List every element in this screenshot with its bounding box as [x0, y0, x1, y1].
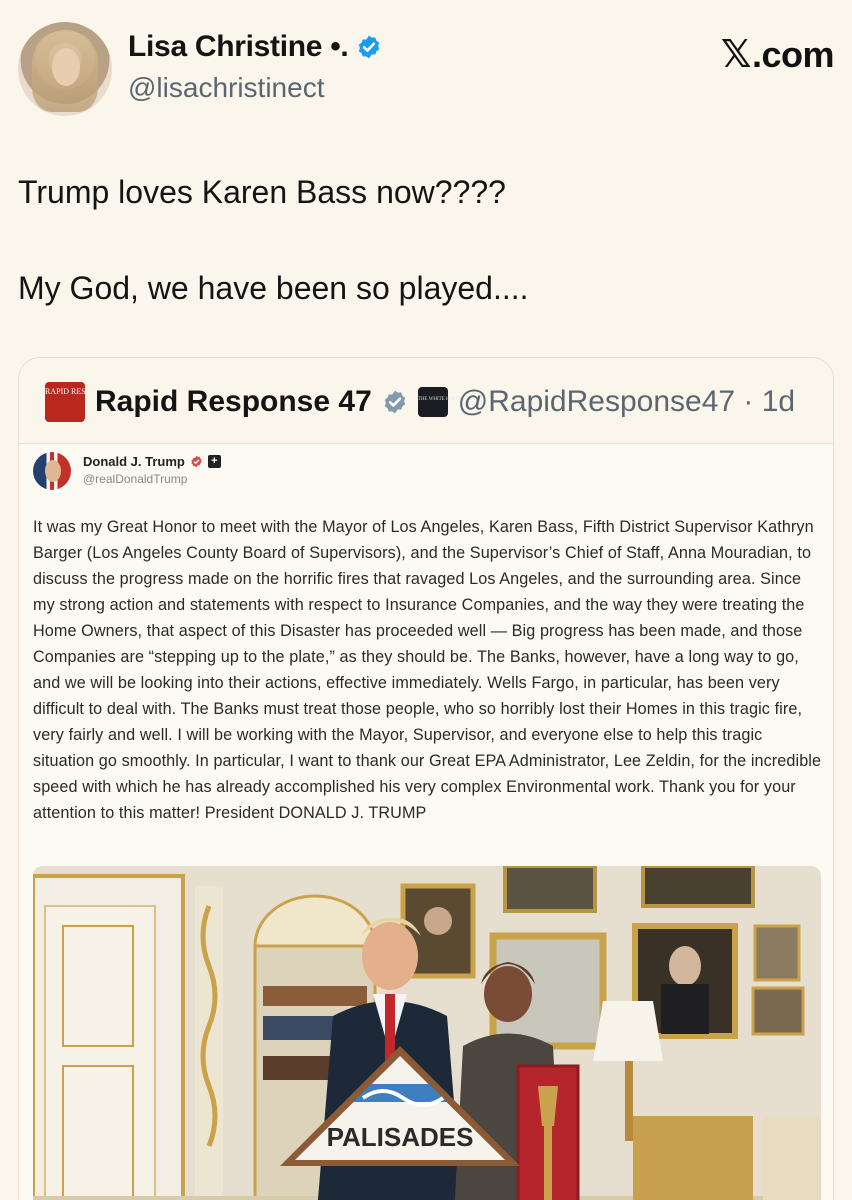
author-display-name[interactable]: Lisa Christine •. — [128, 30, 349, 64]
author-handle[interactable]: @lisachristinect — [128, 72, 324, 104]
truth-author-name: Donald J. Trump — [83, 454, 185, 469]
tweet-line-2: My God, we have been so played.... — [18, 270, 529, 306]
embedded-truth-post: Donald J. Trump + @realDonaldTrump It wa… — [19, 443, 833, 1200]
tweet-line-1: Trump loves Karen Bass now???? — [18, 174, 506, 210]
x-com-logo: 𝕏 .com — [720, 32, 835, 76]
quoted-tweet-header: RAPID RESPONSE Rapid Response 47 THE WHI… — [45, 382, 795, 422]
truth-verified-icon — [191, 455, 202, 468]
photo-illustration: PALISADES — [33, 866, 821, 1200]
quoted-tweet-card[interactable]: RAPID RESPONSE Rapid Response 47 THE WHI… — [18, 357, 834, 1200]
tweet-header: Lisa Christine •. @lisachristinect 𝕏 .co… — [18, 22, 835, 118]
verified-badge-icon — [359, 35, 380, 59]
author-name-row: Lisa Christine •. — [128, 30, 382, 64]
truth-author-row: Donald J. Trump + @realDonaldTrump — [33, 452, 221, 490]
oval-office-photo[interactable]: PALISADES — [33, 866, 821, 1200]
quoted-display-name[interactable]: Rapid Response 47 — [95, 385, 372, 419]
gray-verified-badge-icon — [384, 390, 405, 414]
truth-plus-icon: + — [207, 455, 221, 468]
x-logo-text: .com — [751, 34, 835, 75]
white-house-affiliate-badge: THE WHITE HOUSE — [417, 387, 463, 417]
palisades-sign-text: PALISADES — [327, 1122, 474, 1152]
truth-author-avatar — [33, 452, 71, 490]
tweet-body: Trump loves Karen Bass now???? My God, w… — [18, 168, 834, 360]
x-logo-icon: 𝕏 — [720, 32, 752, 76]
rapid-response-logo[interactable]: RAPID RESPONSE — [45, 382, 85, 422]
avatar-face — [52, 48, 80, 86]
author-avatar[interactable] — [18, 22, 112, 116]
quoted-handle-time[interactable]: @RapidResponse47 · 1d — [458, 385, 795, 419]
truth-post-body: It was my Great Honor to meet with the M… — [33, 518, 822, 822]
truth-author-handle: @realDonaldTrump — [83, 472, 188, 486]
